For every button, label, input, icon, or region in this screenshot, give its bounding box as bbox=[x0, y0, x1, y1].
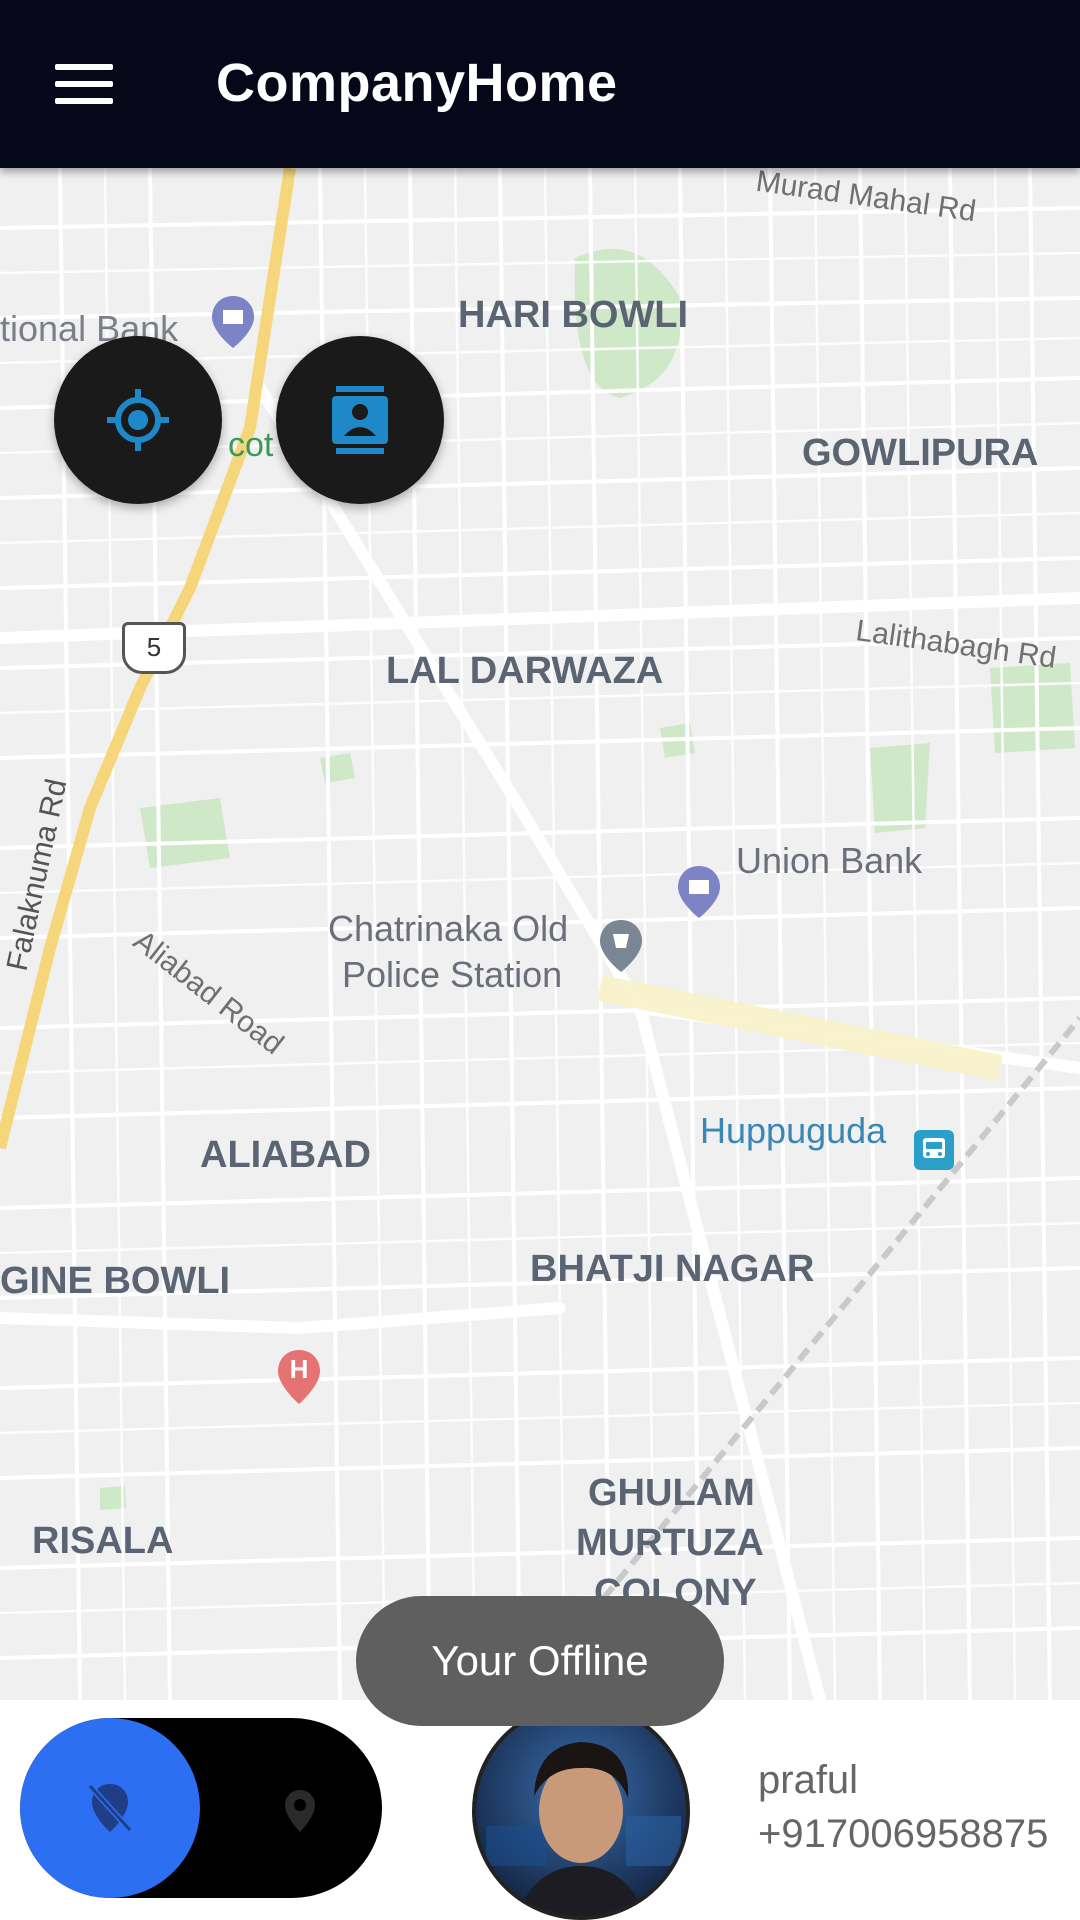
my-location-icon bbox=[107, 389, 169, 451]
bottom-bar: praful +917006958875 bbox=[0, 1700, 1080, 1920]
online-status-toggle[interactable] bbox=[20, 1718, 382, 1898]
map-view[interactable]: tional Bank HARI BOWLI Murad Mahal Rd GO… bbox=[0, 168, 1080, 1700]
user-phone: +917006958875 bbox=[758, 1812, 1049, 1856]
map-label-cot: cot bbox=[228, 426, 274, 464]
offline-toast: Your Offline bbox=[356, 1596, 724, 1726]
app-bar: CompanyHome bbox=[0, 0, 1080, 168]
map-label-ghulam-1: GHULAM bbox=[588, 1472, 755, 1514]
bank-pin-icon-union[interactable] bbox=[676, 864, 722, 925]
map-label-chatrinaka-2: Police Station bbox=[342, 954, 563, 995]
map-label-gowlipura: GOWLIPURA bbox=[802, 432, 1039, 474]
toggle-knob bbox=[20, 1718, 200, 1898]
highway-shield-icon: 5 bbox=[122, 622, 186, 674]
contacts-button[interactable] bbox=[276, 336, 444, 504]
user-avatar[interactable] bbox=[472, 1702, 690, 1920]
map-label-huppuguda: Huppuguda bbox=[700, 1110, 887, 1151]
map-label-union-bank: Union Bank bbox=[736, 840, 923, 881]
map-label-aliabad: ALIABAD bbox=[200, 1134, 371, 1176]
my-location-button[interactable] bbox=[54, 336, 222, 504]
bank-pin-icon[interactable] bbox=[210, 294, 256, 355]
hospital-letter: H bbox=[289, 1354, 309, 1384]
hospital-pin-icon[interactable]: H bbox=[276, 1348, 322, 1411]
app-title: CompanyHome bbox=[216, 53, 618, 113]
location-off-icon bbox=[87, 1783, 133, 1833]
map-label-chatrinaka-1: Chatrinaka Old bbox=[328, 908, 569, 949]
bus-transit-icon[interactable] bbox=[914, 1130, 954, 1170]
map-label-ghulam-2: MURTUZA bbox=[576, 1522, 764, 1564]
map-label-bhatji-nagar: BHATJI NAGAR bbox=[530, 1248, 815, 1290]
map-label-risala: RISALA bbox=[32, 1520, 174, 1562]
menu-button[interactable] bbox=[40, 50, 126, 120]
contact-card-icon bbox=[332, 386, 388, 454]
map-label-gine-bowli: GINE BOWLI bbox=[0, 1260, 231, 1302]
map-label-hari-bowli: HARI BOWLI bbox=[458, 294, 689, 336]
police-pin-icon[interactable] bbox=[598, 918, 644, 979]
map-label-lal-darwaza: LAL DARWAZA bbox=[386, 650, 664, 692]
user-name: praful bbox=[758, 1758, 859, 1802]
location-pin-icon bbox=[282, 1788, 318, 1839]
